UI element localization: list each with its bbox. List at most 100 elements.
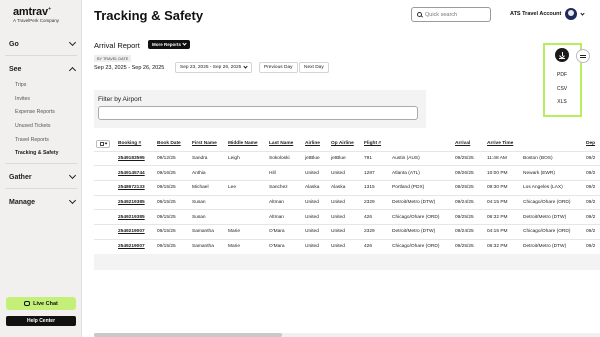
- export-xls-option[interactable]: XLS: [553, 99, 571, 105]
- divider: [5, 55, 77, 56]
- table-cell: [228, 165, 269, 181]
- table-row[interactable]: 2549219007 09/15/25 Samantha Marie O'Mara Uni…: [94, 223, 600, 240]
- header-arrival[interactable]: Arrival: [455, 137, 487, 151]
- sidebar-item-invites[interactable]: Invites: [15, 96, 30, 102]
- sidebar-item-trips[interactable]: Trips: [15, 82, 26, 88]
- column-toggle-header[interactable]: [94, 137, 118, 151]
- account-name: ATS Travel Account: [510, 11, 562, 17]
- header-booking[interactable]: Booking #: [118, 137, 157, 151]
- table-row[interactable]: 2549219385 09/15/25 Susan Altman United Unite…: [94, 209, 600, 225]
- table-row[interactable]: 2549183595 09/12/25 Sandra Leigh Sokoloski je…: [94, 150, 600, 166]
- booking-link[interactable]: 2548672133: [118, 179, 157, 196]
- booking-link[interactable]: 2549183595: [118, 150, 157, 166]
- header-airline[interactable]: Airline: [305, 137, 331, 151]
- header-book-date[interactable]: Book Date: [157, 137, 192, 151]
- header-arrival-airport[interactable]: [523, 137, 586, 151]
- table-cell: Altman: [269, 209, 305, 225]
- header-dep[interactable]: Dep: [586, 137, 600, 151]
- table-row[interactable]: 2548672133 09/15/25 Michael Lee Sanchez Alask…: [94, 179, 600, 196]
- header-departure-airport[interactable]: [392, 137, 455, 151]
- table-cell: 09/16/25: [157, 165, 192, 181]
- table-cell: 09/12/25: [157, 150, 192, 166]
- nav-section-gather[interactable]: Gather: [0, 170, 82, 184]
- row-spacer: [94, 165, 118, 181]
- sidebar-item-unused-tickets[interactable]: Unused Tickets: [15, 123, 50, 129]
- horizontal-scrollbar[interactable]: [94, 333, 600, 337]
- airport-filter-input[interactable]: [98, 106, 418, 120]
- table-cell: Newark (EWR): [523, 165, 586, 181]
- download-icon: [559, 51, 565, 59]
- table-cell: 2329: [364, 223, 392, 240]
- table-cell: United: [331, 194, 364, 210]
- chevron-down-icon: [68, 38, 77, 47]
- header-flight[interactable]: Flight #: [364, 137, 392, 151]
- table-cell: United: [305, 209, 331, 225]
- sidebar-item-expense-reports[interactable]: Expense Reports: [15, 109, 55, 115]
- header-op-airline[interactable]: Op Airline: [331, 137, 364, 151]
- table-cell: 09/2: [586, 238, 600, 254]
- sidebar-item-tracking-safety[interactable]: Tracking & Safety: [15, 150, 59, 156]
- brand-tagline: A TravelPerk Company: [13, 18, 60, 23]
- booking-link[interactable]: 2549145744: [118, 165, 157, 181]
- table-row[interactable]: 2549219385 09/15/25 Susan Altman United Unite…: [94, 194, 600, 210]
- table-cell: Marie: [228, 223, 269, 240]
- brand-name: amtrav: [13, 6, 48, 18]
- more-reports-button[interactable]: More Reports: [148, 40, 191, 49]
- nav-section-see[interactable]: See: [0, 62, 82, 76]
- table-cell: Portland (PDX): [392, 179, 455, 196]
- chevron-down-icon: [68, 196, 77, 205]
- nav-section-manage[interactable]: Manage: [0, 195, 82, 209]
- live-chat-label: Live Chat: [33, 300, 58, 307]
- chevron-down-icon: [243, 64, 248, 69]
- table-cell: Samantha: [192, 223, 228, 240]
- table-cell: Detroit/Metro (DTW): [392, 223, 455, 240]
- table-header-row: Booking # Book Date First Name Middle Na…: [94, 137, 600, 151]
- booking-link[interactable]: 2549219385: [118, 194, 157, 210]
- plus-icon: +: [47, 6, 52, 13]
- sidebar-item-travel-reports[interactable]: Travel Reports: [15, 137, 49, 143]
- export-pdf-option[interactable]: PDF: [553, 72, 571, 78]
- table-cell: 06:32 PM: [487, 209, 523, 225]
- next-day-button[interactable]: Next Day: [299, 62, 329, 73]
- nav-section-go[interactable]: Go: [0, 37, 82, 51]
- table-cell: Lee: [228, 179, 269, 196]
- table-cell: 09/15/25: [157, 194, 192, 210]
- help-center-button[interactable]: Help Center: [6, 316, 76, 326]
- export-csv-option[interactable]: CSV: [553, 86, 571, 92]
- search-input[interactable]: [425, 11, 487, 18]
- live-chat-button[interactable]: Live Chat: [6, 297, 76, 310]
- row-spacer: [94, 209, 118, 225]
- arrival-table: Booking # Book Date First Name Middle Na…: [94, 137, 600, 254]
- account-menu[interactable]: ATS Travel Account: [510, 8, 585, 20]
- table-cell: Leigh: [228, 150, 269, 166]
- header-last-name[interactable]: Last Name: [269, 137, 305, 151]
- table-cell: United: [331, 165, 364, 181]
- report-settings-button[interactable]: [576, 49, 590, 63]
- column-picker-icon[interactable]: [96, 139, 110, 148]
- table-row[interactable]: 2549145744 09/16/25 Anthia Hill United United…: [94, 165, 600, 181]
- header-arrive-time[interactable]: Arrive Time: [487, 137, 523, 151]
- table-cell: United: [331, 209, 364, 225]
- quick-search[interactable]: [411, 7, 491, 22]
- table-cell: 09/2: [586, 194, 600, 210]
- previous-day-button[interactable]: Previous Day: [259, 62, 298, 73]
- booking-link[interactable]: 2549219385: [118, 209, 157, 225]
- table-cell: Michael: [192, 179, 228, 196]
- table-cell: 1315: [364, 179, 392, 196]
- booking-link[interactable]: 2549219007: [118, 238, 157, 254]
- table-row[interactable]: 2549219007 09/15/25 Samantha Marie O'Mara Uni…: [94, 238, 600, 254]
- download-button[interactable]: [555, 48, 569, 62]
- header-first-name[interactable]: First Name: [192, 137, 228, 151]
- header-middle-name[interactable]: Middle Name: [228, 137, 269, 151]
- table-cell: 09/15/25: [157, 209, 192, 225]
- chevron-down-icon: [580, 10, 585, 16]
- nav-section-label: Go: [9, 40, 19, 48]
- booking-link[interactable]: 2549219007: [118, 223, 157, 240]
- table-cell: 10:00 PM: [487, 165, 523, 181]
- table-cell: O'Mara: [269, 223, 305, 240]
- table-cell: 09/15/25: [157, 238, 192, 254]
- brand-logo[interactable]: amtrav+ A TravelPerk Company: [13, 6, 59, 23]
- date-range-select[interactable]: Sep 23, 2025 - Sep 26, 2025: [175, 62, 253, 73]
- scrollbar-thumb[interactable]: [94, 333, 282, 337]
- table-cell: Detroit/Metro (DTW): [523, 238, 586, 254]
